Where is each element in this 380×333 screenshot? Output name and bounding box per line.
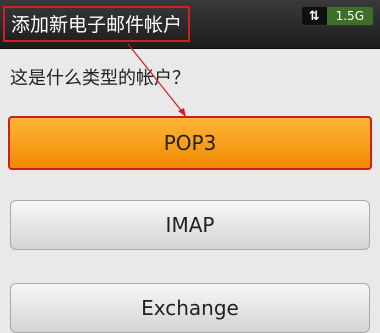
- status-indicator: ⇅ 1.5G: [300, 6, 374, 26]
- exchange-button-label: Exchange: [141, 296, 239, 320]
- title-bar: 添加新电子邮件帐户 ⇅ 1.5G: [0, 0, 380, 49]
- page-title: 添加新电子邮件帐户: [3, 6, 191, 42]
- exchange-button[interactable]: Exchange: [10, 283, 370, 333]
- data-transfer-icon: ⇅: [308, 8, 320, 24]
- pop3-button[interactable]: POP3: [8, 116, 372, 170]
- data-usage-label: 1.5G: [326, 7, 373, 25]
- account-type-question: 这是什么类型的帐户？: [10, 68, 190, 89]
- pop3-button-label: POP3: [163, 131, 217, 155]
- imap-button-label: IMAP: [165, 213, 215, 237]
- imap-button[interactable]: IMAP: [10, 200, 370, 250]
